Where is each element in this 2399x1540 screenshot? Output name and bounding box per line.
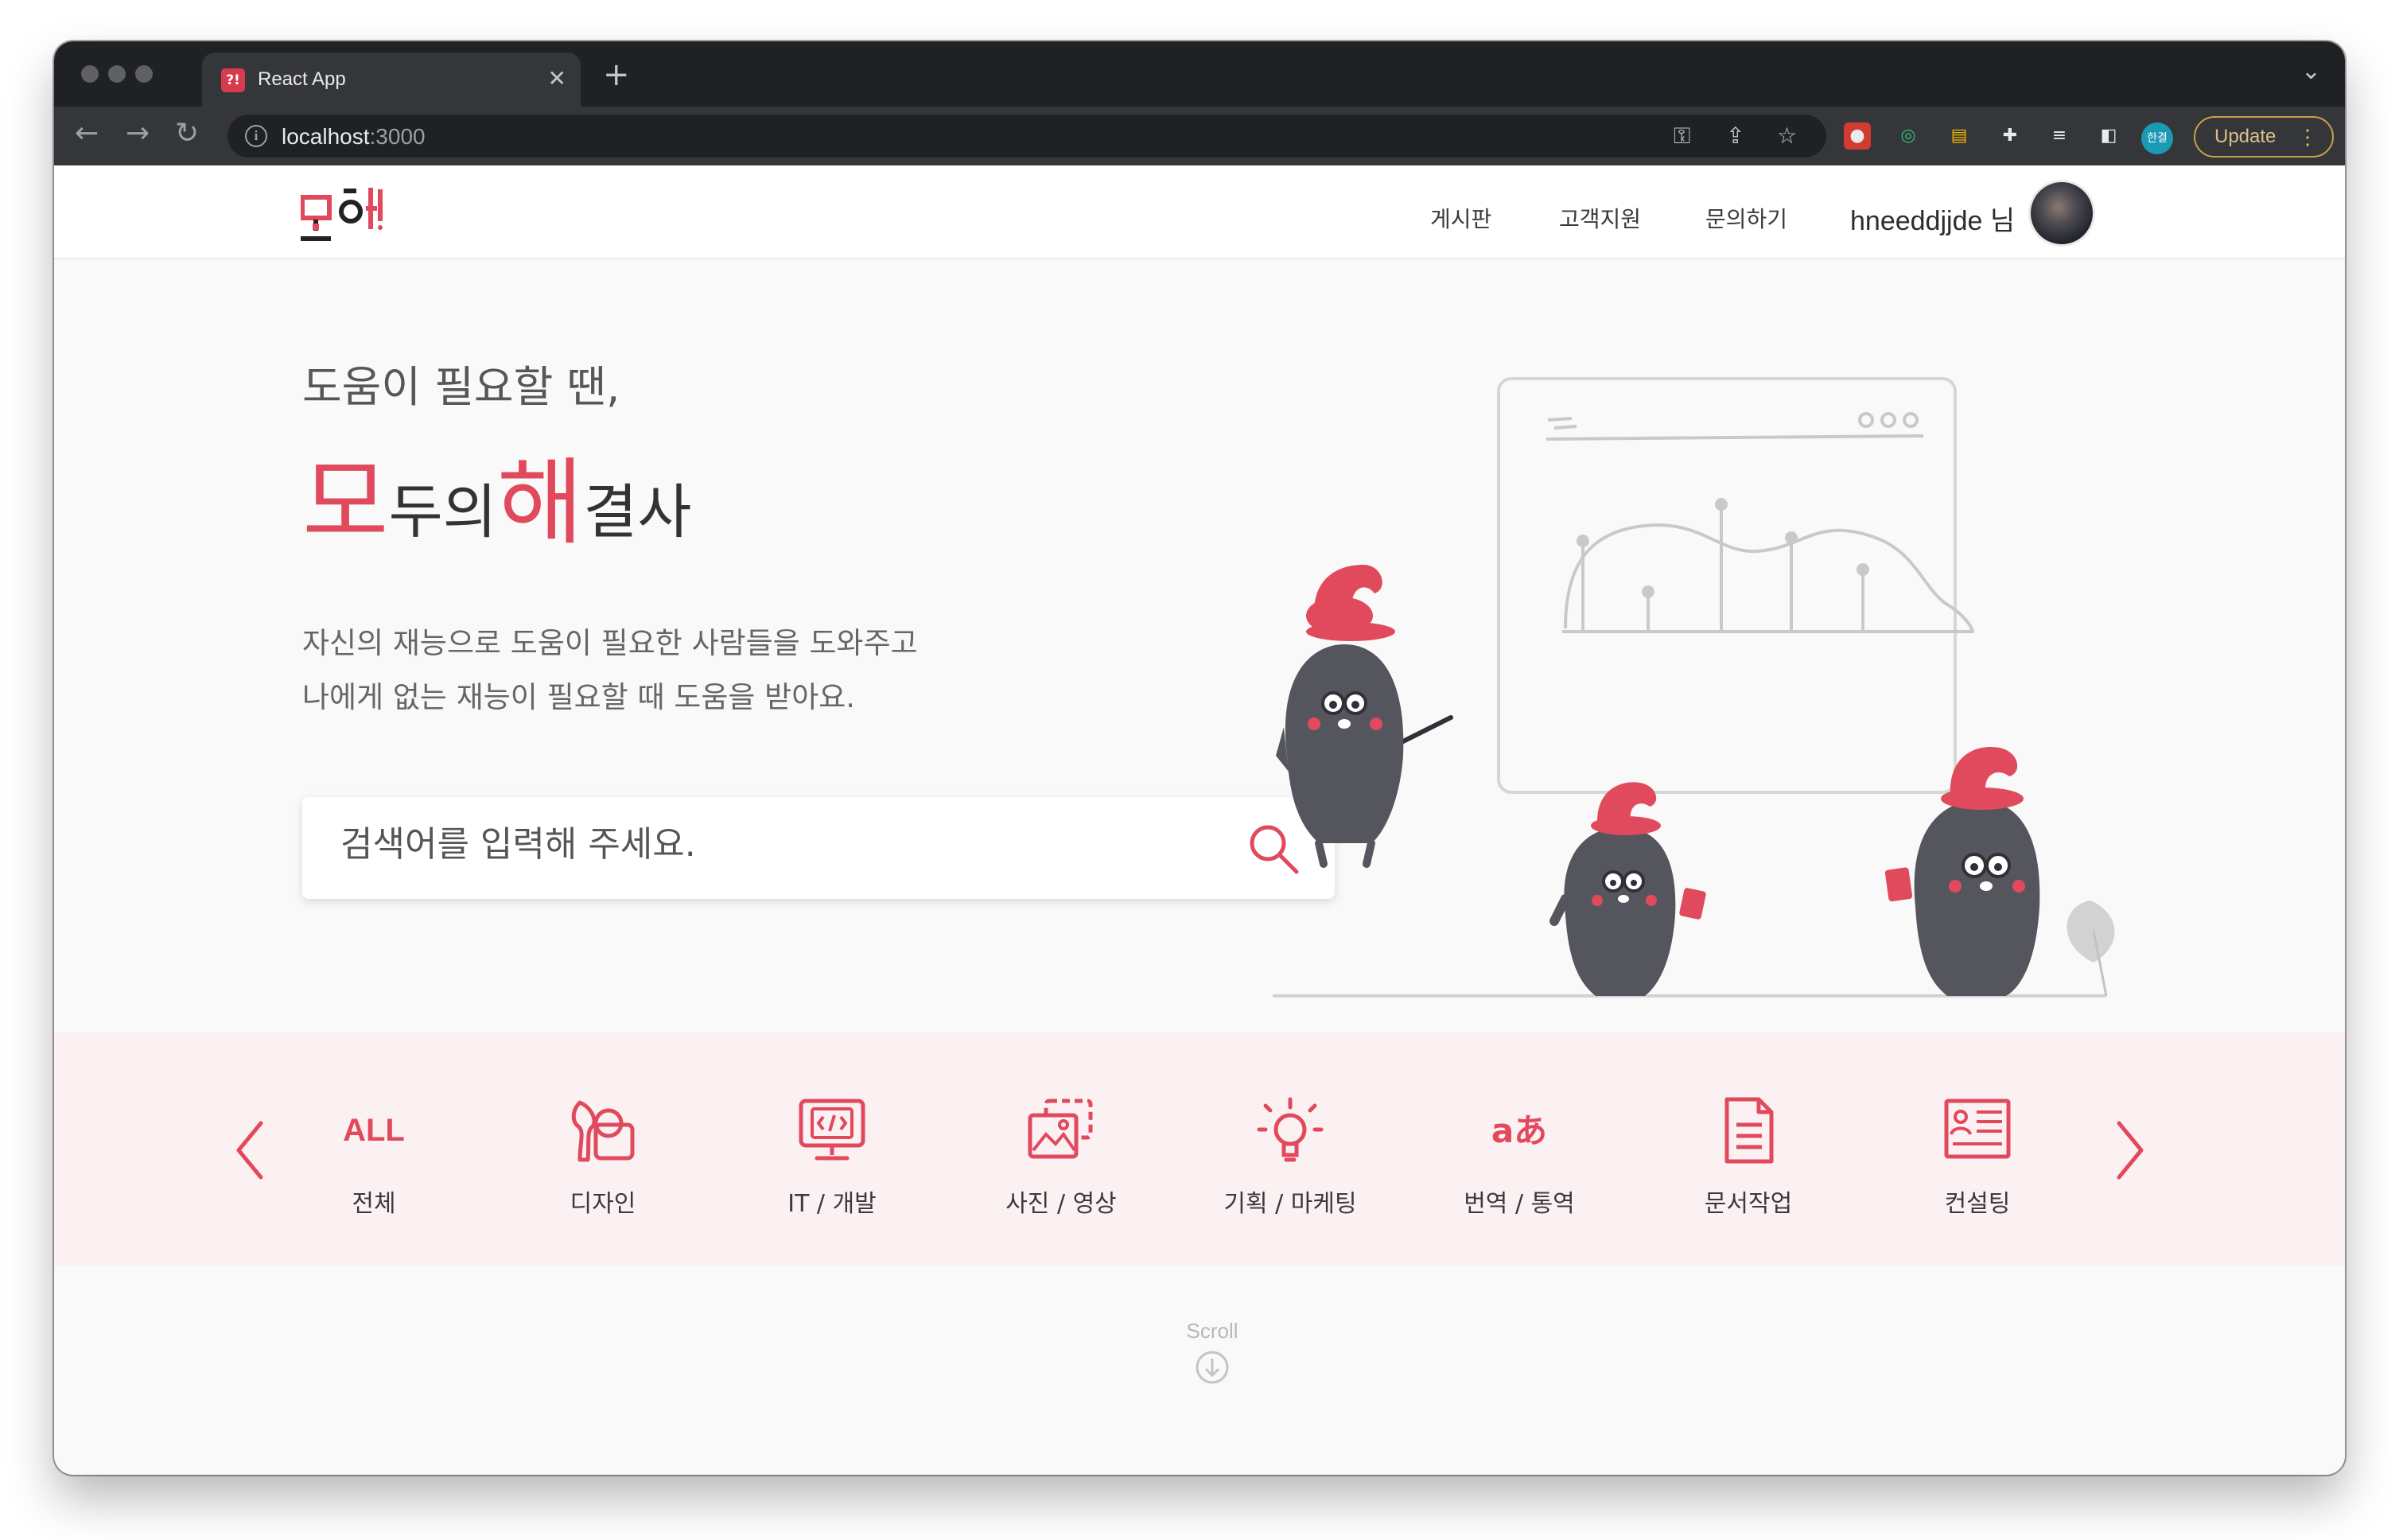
nav-inquiry-link[interactable]: 문의하기 [1705,202,1787,234]
hero-description-line-1: 자신의 재능으로 도움이 필요한 사람들을 도와주고 [302,626,918,660]
scroll-down-arrow-icon [1196,1351,1229,1384]
category-carousel: ALL 전체 디자인 IT / 개발 사진 / 영상 기획 / 마케팅 aあ 번… [54,1032,2345,1266]
category-label: 기획 / 마케팅 [1223,1190,1357,1218]
category-label: IT / 개발 [787,1190,877,1218]
address-bar[interactable]: i localhost:3000 ⚿ ⇪ ☆ [227,115,1826,158]
hero-title-gyeolsa: 결사 [583,478,692,546]
key-icon[interactable]: ⚿ [1674,124,1690,148]
site-header: 모해 게시판 고객지원 문의하기 hneeddjjde 님 [54,165,2345,259]
document-icon [1724,1097,1774,1164]
lightbulb-icon [1257,1097,1324,1162]
extension-target-icon[interactable]: ◎ [1895,122,1922,150]
plant-leaf-illustration [2067,900,2115,997]
profile-avatar[interactable]: 한결 [2141,122,2173,154]
browser-tab[interactable]: ?! React App ✕ [202,52,581,107]
new-tab-icon[interactable]: + [603,59,630,91]
reload-icon[interactable]: ↻ [175,118,199,150]
zoom-window-button[interactable] [135,65,153,83]
tab-search-chevron-icon[interactable]: ⌄ [2301,57,2321,85]
reading-list-icon[interactable]: ≡ [2046,122,2073,150]
category-all[interactable]: ALL 전체 [294,1095,453,1230]
hero-title-hae: 해 [496,448,584,558]
category-label: 전체 [352,1190,396,1218]
carousel-prev-chevron-icon[interactable] [231,1118,270,1182]
category-consulting[interactable]: 컨설팅 [1898,1095,2057,1230]
svg-text:ALL: ALL [343,1113,405,1148]
tab-favicon-icon: ?! [221,68,245,92]
screen: ?! React App ✕ + ⌄ ← → ↻ i localhost:300… [0,0,2399,1540]
update-button[interactable]: Update ⋮ [2194,116,2334,158]
extension-red-icon[interactable]: ● [1844,122,1871,150]
whiteboard-chart-illustration [1497,377,1974,794]
category-photo-video[interactable]: 사진 / 영상 [982,1095,1141,1230]
consulting-icon [1944,1099,2011,1159]
category-label: 컨설팅 [1944,1190,2011,1218]
hero-title: 모두의해결사 [302,455,691,590]
category-label: 번역 / 통역 [1464,1190,1575,1218]
category-it-dev[interactable]: IT / 개발 [752,1095,912,1230]
browser-window: ?! React App ✕ + ⌄ ← → ↻ i localhost:300… [54,41,2345,1475]
kebab-menu-icon[interactable]: ⋮ [2297,118,2318,156]
all-text-icon: ALL [343,1113,405,1148]
photo-icon [1028,1099,1093,1159]
share-icon[interactable]: ⇪ [1726,124,1744,148]
browser-toolbar: ← → ↻ i localhost:3000 ⚿ ⇪ ☆ ● ◎ ▤ ✚ ≡ ◧… [54,107,2345,165]
scroll-label: Scroll [1186,1319,1238,1343]
category-label: 디자인 [570,1190,636,1218]
tab-title: React App [258,68,346,90]
design-icon [571,1100,635,1162]
carousel-next-chevron-icon[interactable] [2109,1118,2149,1182]
hero-illustration [1273,377,2115,998]
hero-description-line-2: 나에게 없는 재능이 필요할 때 도움을 받아요. [302,680,856,714]
category-label: 문서작업 [1704,1190,1793,1218]
hero-title-du: 두의 [388,478,497,546]
tab-strip: ?! React App ✕ + ⌄ [54,41,2345,107]
category-design[interactable]: 디자인 [523,1095,682,1230]
bookmark-star-icon[interactable]: ☆ [1777,124,1797,148]
code-monitor-icon [799,1099,865,1161]
svg-text:aあ: aあ [1491,1111,1547,1150]
category-planning-marketing[interactable]: 기획 / 마케팅 [1211,1095,1370,1230]
translate-icon: aあ [1491,1111,1547,1150]
category-translation[interactable]: aあ 번역 / 통역 [1440,1095,1599,1230]
search-input[interactable] [340,824,1184,865]
mascot-center-illustration [1549,782,1706,996]
side-panel-icon[interactable]: ◧ [2095,122,2122,150]
forward-arrow-icon[interactable]: → [126,118,150,150]
extensions-puzzle-icon[interactable]: ✚ [1997,122,2024,150]
user-name[interactable]: hneeddjjde 님 [1850,199,2015,238]
mascot-pointing-illustration [1276,565,1453,868]
extension-note-icon[interactable]: ▤ [1946,122,1973,150]
search-box [302,797,1335,899]
back-arrow-icon[interactable]: ← [75,118,99,150]
site-info-icon[interactable]: i [245,125,267,147]
site-logo[interactable]: 모해 [301,180,412,251]
close-window-button[interactable] [81,65,99,83]
category-document[interactable]: 문서작업 [1669,1095,1828,1230]
user-avatar[interactable] [2028,180,2095,247]
update-label: Update [2214,126,2277,147]
scroll-hint[interactable]: Scroll [1172,1319,1252,1385]
url-text: localhost:3000 [282,124,426,149]
minimize-window-button[interactable] [108,65,126,83]
hero-subtitle: 도움이 필요할 땐, [302,362,620,412]
tab-close-icon[interactable]: ✕ [548,65,566,92]
nav-board-link[interactable]: 게시판 [1430,202,1491,234]
nav-support-link[interactable]: 고객지원 [1559,202,1641,234]
hero-title-mo: 모 [302,448,389,558]
category-label: 사진 / 영상 [1005,1190,1117,1218]
